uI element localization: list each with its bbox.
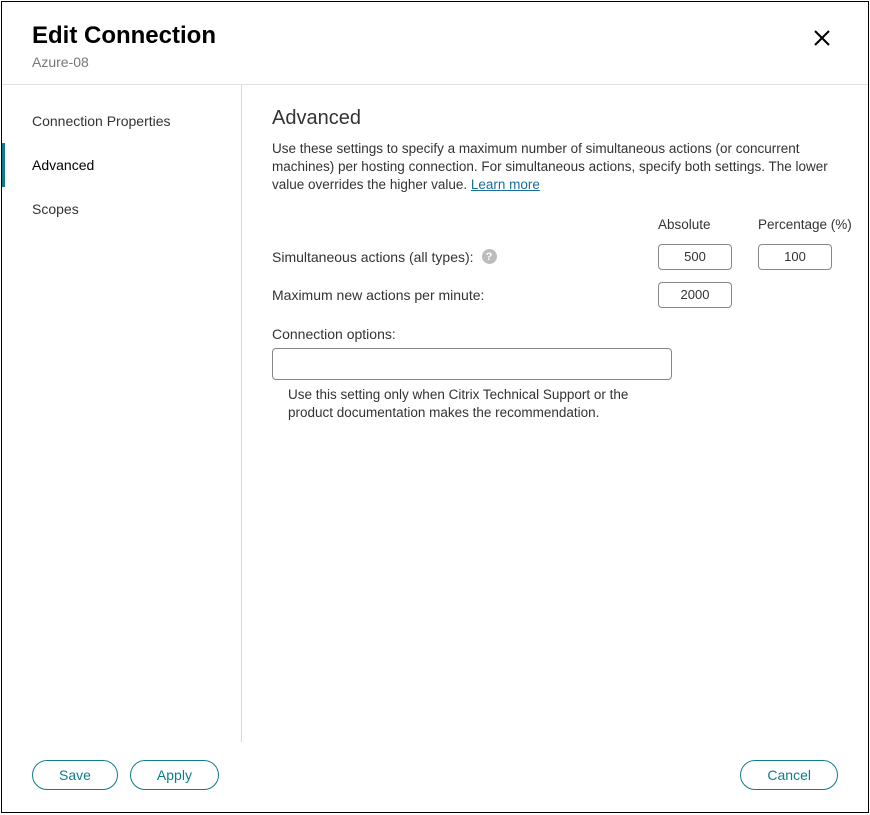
cancel-button[interactable]: Cancel: [740, 760, 838, 790]
connection-options-hint: Use this setting only when Citrix Techni…: [272, 386, 672, 422]
dialog-header: Edit Connection Azure-08: [2, 2, 868, 85]
sidebar-item-connection-properties[interactable]: Connection Properties: [2, 99, 241, 143]
save-button[interactable]: Save: [32, 760, 118, 790]
section-description: Use these settings to specify a maximum …: [272, 140, 838, 195]
connection-options-input[interactable]: [272, 348, 672, 380]
footer-right-buttons: Cancel: [740, 760, 838, 790]
description-text: Use these settings to specify a maximum …: [272, 141, 828, 192]
edit-connection-dialog: Edit Connection Azure-08 Connection Prop…: [1, 1, 869, 813]
sidebar-item-label: Scopes: [32, 201, 79, 217]
simultaneous-actions-label: Simultaneous actions (all types): ?: [272, 249, 638, 265]
max-new-absolute-input[interactable]: [658, 282, 732, 308]
dialog-subtitle: Azure-08: [32, 54, 216, 70]
simultaneous-percentage-input[interactable]: [758, 244, 832, 270]
dialog-body: Connection Properties Advanced Scopes Ad…: [2, 85, 868, 742]
max-new-actions-label: Maximum new actions per minute:: [272, 287, 638, 303]
close-icon: [812, 28, 832, 48]
apply-button[interactable]: Apply: [130, 760, 219, 790]
settings-grid: Absolute Percentage (%) Simultaneous act…: [272, 217, 838, 308]
main-panel: Advanced Use these settings to specify a…: [242, 85, 868, 742]
help-icon[interactable]: ?: [482, 249, 497, 264]
dialog-footer: Save Apply Cancel: [2, 742, 868, 812]
sidebar-item-advanced[interactable]: Advanced: [2, 143, 241, 187]
sidebar-item-scopes[interactable]: Scopes: [2, 187, 241, 231]
section-title: Advanced: [272, 107, 838, 130]
dialog-title: Edit Connection: [32, 22, 216, 50]
column-header-percentage: Percentage (%): [758, 217, 838, 232]
sidebar: Connection Properties Advanced Scopes: [2, 85, 242, 742]
header-titles: Edit Connection Azure-08: [32, 22, 216, 70]
sidebar-item-label: Connection Properties: [32, 113, 171, 129]
simultaneous-absolute-input[interactable]: [658, 244, 732, 270]
column-header-absolute: Absolute: [658, 217, 738, 232]
footer-left-buttons: Save Apply: [32, 760, 219, 790]
close-button[interactable]: [806, 22, 838, 57]
sidebar-item-label: Advanced: [32, 157, 94, 173]
connection-options-label: Connection options:: [272, 326, 838, 342]
learn-more-link[interactable]: Learn more: [471, 177, 540, 192]
